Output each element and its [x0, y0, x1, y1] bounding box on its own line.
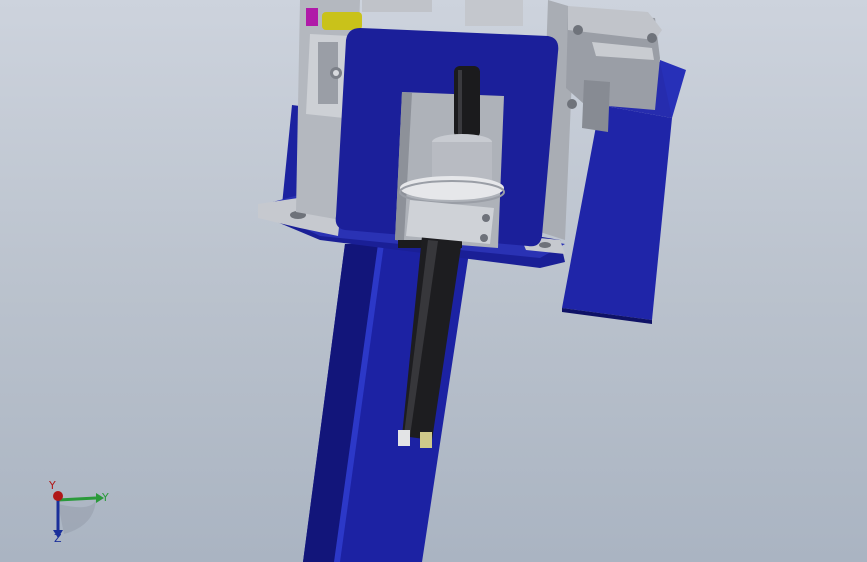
graphics-viewport[interactable]: Y Y Z [0, 0, 867, 562]
triad-shading [58, 500, 96, 534]
flange-disk[interactable] [400, 176, 504, 200]
motor-bolt-1 [573, 25, 583, 35]
3d-model-assembly[interactable] [0, 0, 867, 562]
triad-x-axis-dot [53, 491, 63, 501]
probe-tip-left [398, 430, 410, 446]
collar-body [432, 142, 492, 180]
rail-bolt-inner [333, 70, 339, 76]
housing-front [562, 105, 672, 320]
foot-bolt-hole-right [539, 242, 551, 248]
triad-x-label: Y [49, 479, 56, 492]
probe-tip-right [420, 432, 432, 448]
spindle-upper-shaft [454, 66, 480, 138]
magenta-ring [306, 8, 318, 26]
yellow-coupling [322, 12, 362, 30]
triad-y-axis [57, 496, 97, 502]
frame-top-block-2 [465, 0, 523, 26]
clamp-bolt-2 [480, 234, 488, 242]
orientation-triad[interactable]: Y Y Z [36, 478, 126, 548]
motor-bolt-2 [647, 33, 657, 43]
triad-y-label: Y [102, 491, 109, 504]
motor-bolt-3 [567, 99, 577, 109]
motor-connector [582, 80, 610, 132]
triad-z-label: Z [54, 532, 62, 545]
frame-top-block [362, 0, 432, 12]
spindle-shaft-highlight [458, 70, 462, 134]
clamp-bolt-1 [482, 214, 490, 222]
